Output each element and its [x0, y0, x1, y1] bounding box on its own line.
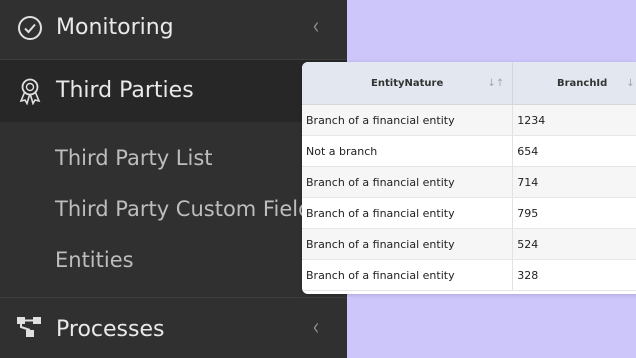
award-ribbon-icon — [16, 77, 44, 105]
cell-entity-nature: Branch of a financial entity — [302, 228, 514, 260]
sort-icon[interactable]: ↓↑ — [626, 78, 636, 89]
cell-branch-id: 524 — [512, 228, 636, 260]
table-row[interactable]: Branch of a financial entity 795 — [302, 197, 636, 229]
table-row[interactable]: Branch of a financial entity 714 — [302, 166, 636, 198]
table-row[interactable]: Not a branch 654 — [302, 135, 636, 167]
cell-entity-nature: Branch of a financial entity — [302, 259, 514, 291]
nav-label-monitoring: Monitoring — [56, 15, 174, 40]
nav-item-monitoring[interactable]: Monitoring ‹ — [0, 0, 347, 58]
check-circle-icon — [16, 14, 44, 42]
cell-branch-id: 795 — [512, 197, 636, 229]
cell-entity-nature: Branch of a financial entity — [302, 197, 514, 229]
sub-item-third-party-custom-fields[interactable]: Third Party Custom Fields — [55, 197, 322, 221]
sub-item-third-party-list[interactable]: Third Party List — [55, 146, 213, 170]
column-header-branch-id[interactable]: BranchId ↓↑ — [512, 62, 636, 105]
nav-label-processes: Processes — [56, 317, 165, 342]
chevron-left-icon[interactable]: ‹ — [313, 313, 320, 341]
sub-item-entities[interactable]: Entities — [55, 248, 134, 272]
chevron-left-icon[interactable]: ‹ — [313, 12, 320, 40]
column-title: EntityNature — [371, 77, 444, 89]
cell-entity-nature: Branch of a financial entity — [302, 104, 514, 136]
table-row[interactable]: Branch of a financial entity 524 — [302, 228, 636, 260]
nav-item-processes[interactable]: Processes ‹ — [0, 298, 347, 358]
sort-icon[interactable]: ↓↑ — [488, 78, 505, 89]
cell-branch-id: 1234 — [512, 104, 636, 136]
nav-label-third-parties: Third Parties — [56, 78, 194, 103]
cell-branch-id: 328 — [512, 259, 636, 291]
cell-branch-id: 714 — [512, 166, 636, 198]
column-title: BranchId — [556, 77, 608, 89]
cell-entity-nature: Not a branch — [302, 135, 514, 167]
table-row[interactable]: Branch of a financial entity 328 — [302, 259, 636, 291]
cell-branch-id: 654 — [512, 135, 636, 167]
entities-table: EntityNature ↓↑ BranchId ↓↑ Branch of a … — [302, 62, 636, 291]
table-row[interactable]: Branch of a financial entity 1234 — [302, 104, 636, 136]
table-header-row: EntityNature ↓↑ BranchId ↓↑ — [302, 62, 636, 105]
cell-entity-nature: Branch of a financial entity — [302, 166, 514, 198]
nav-item-third-parties[interactable]: Third Parties — [0, 60, 347, 122]
sidebar: Monitoring ‹ Third Parties Third Party L… — [0, 0, 347, 358]
column-header-entity-nature[interactable]: EntityNature ↓↑ — [302, 62, 514, 105]
entities-table-card: EntityNature ↓↑ BranchId ↓↑ Branch of a … — [302, 62, 636, 294]
hierarchy-icon — [16, 313, 44, 341]
